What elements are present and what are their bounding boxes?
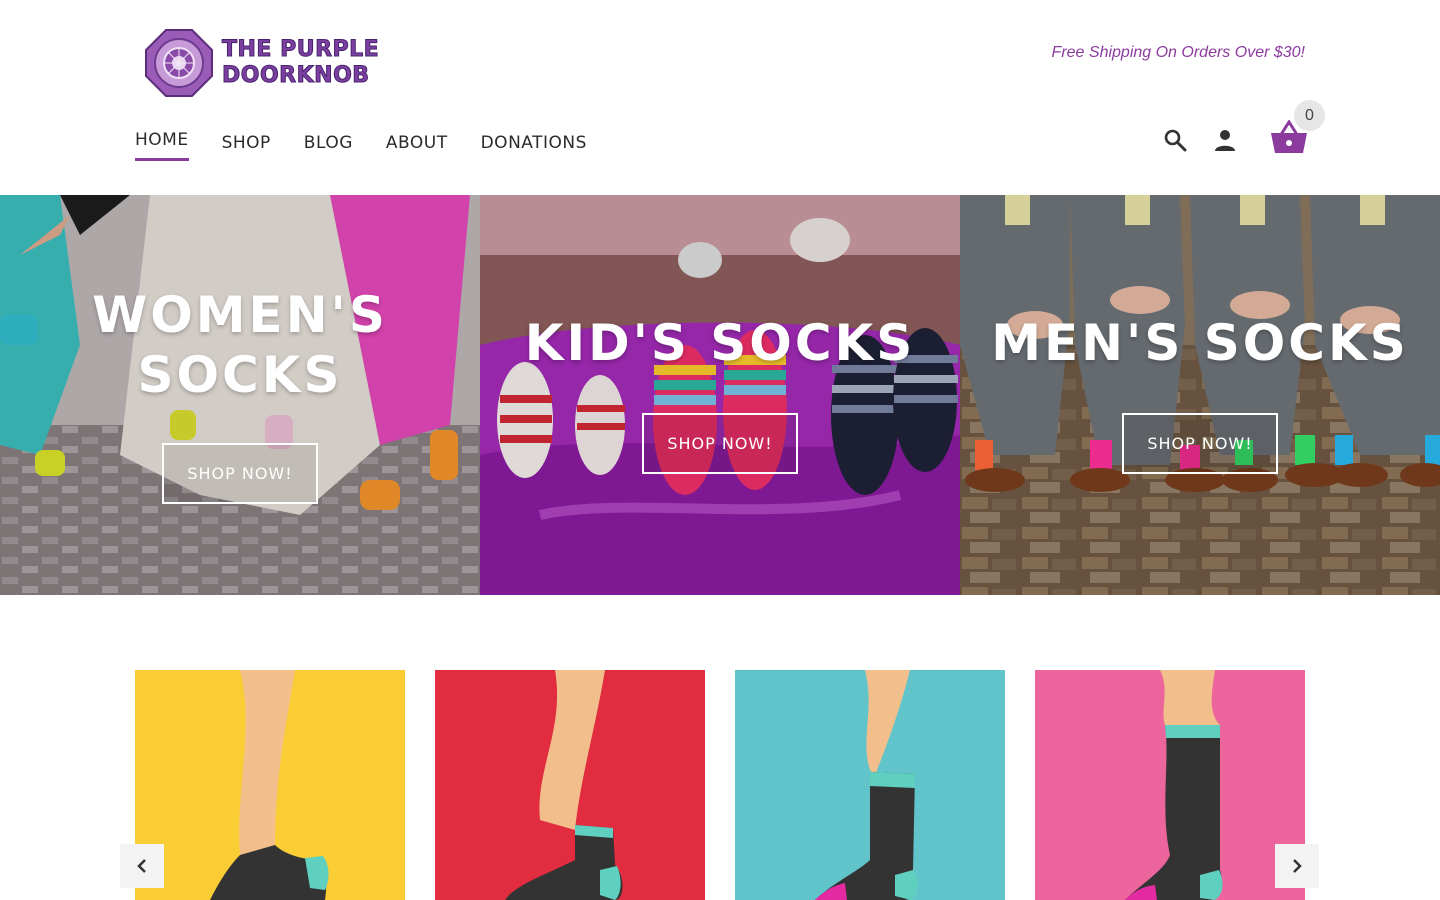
product-tile-knee-sock[interactable] xyxy=(1035,670,1305,900)
crew-sock-illustration xyxy=(735,670,1005,900)
doorknob-logo-icon xyxy=(145,29,213,97)
product-tile-ankle-sock[interactable] xyxy=(135,670,405,900)
womens-socks-panel[interactable]: WOMEN'S SOCKS SHOP NOW! xyxy=(0,195,480,595)
ankle-sock-illustration xyxy=(135,670,405,900)
product-tile-crew-sock[interactable] xyxy=(735,670,1005,900)
kids-socks-panel[interactable]: KID'S SOCKS SHOP NOW! xyxy=(480,195,960,595)
nav-donations[interactable]: DONATIONS xyxy=(481,133,587,164)
logo-text: THE PURPLE DOORKNOB xyxy=(221,37,380,89)
nav-home[interactable]: HOME xyxy=(135,130,189,161)
category-hero: WOMEN'S SOCKS SHOP NOW! KID'S SOCKS SHOP… xyxy=(0,195,1440,595)
chevron-right-icon xyxy=(1293,859,1302,873)
site-header: THE PURPLE DOORKNOB Free Shipping On Ord… xyxy=(0,0,1440,195)
kids-socks-title: KID'S SOCKS xyxy=(524,314,916,372)
cart-button[interactable]: 0 xyxy=(1270,100,1325,160)
product-carousel xyxy=(135,670,1305,900)
nav-blog[interactable]: BLOG xyxy=(304,133,353,164)
kids-shop-now-button[interactable]: SHOP NOW! xyxy=(642,413,798,474)
product-tile-quarter-sock[interactable] xyxy=(435,670,705,900)
quarter-sock-illustration xyxy=(435,670,705,900)
womens-socks-title: WOMEN'S SOCKS xyxy=(0,285,480,405)
mens-shop-now-button[interactable]: SHOP NOW! xyxy=(1122,413,1278,474)
cart-count-badge: 0 xyxy=(1294,100,1325,131)
womens-shop-now-button[interactable]: SHOP NOW! xyxy=(162,443,318,504)
logo[interactable]: THE PURPLE DOORKNOB xyxy=(144,28,379,98)
mens-socks-photo xyxy=(960,195,1440,595)
womens-title-line-2: SOCKS xyxy=(137,346,343,404)
kids-socks-photo xyxy=(480,195,960,595)
free-shipping-banner: Free Shipping On Orders Over $30! xyxy=(1051,44,1305,61)
womens-title-line-1: WOMEN'S xyxy=(92,286,388,344)
nav-shop[interactable]: SHOP xyxy=(222,133,271,164)
search-icon[interactable] xyxy=(1160,125,1190,155)
carousel-next-button[interactable] xyxy=(1275,844,1319,888)
mens-socks-title: MEN'S SOCKS xyxy=(991,314,1409,372)
nav-about[interactable]: ABOUT xyxy=(386,133,448,164)
carousel-prev-button[interactable] xyxy=(120,844,164,888)
chevron-left-icon xyxy=(137,859,146,873)
header-actions: 0 xyxy=(1140,100,1325,160)
knee-sock-illustration xyxy=(1035,670,1305,900)
account-icon[interactable] xyxy=(1210,125,1240,155)
mens-socks-panel[interactable]: MEN'S SOCKS SHOP NOW! xyxy=(960,195,1440,595)
logo-line-1: THE PURPLE xyxy=(221,37,380,63)
logo-line-2: DOORKNOB xyxy=(221,63,370,89)
main-nav: HOME SHOP BLOG ABOUT DONATIONS xyxy=(135,130,620,161)
